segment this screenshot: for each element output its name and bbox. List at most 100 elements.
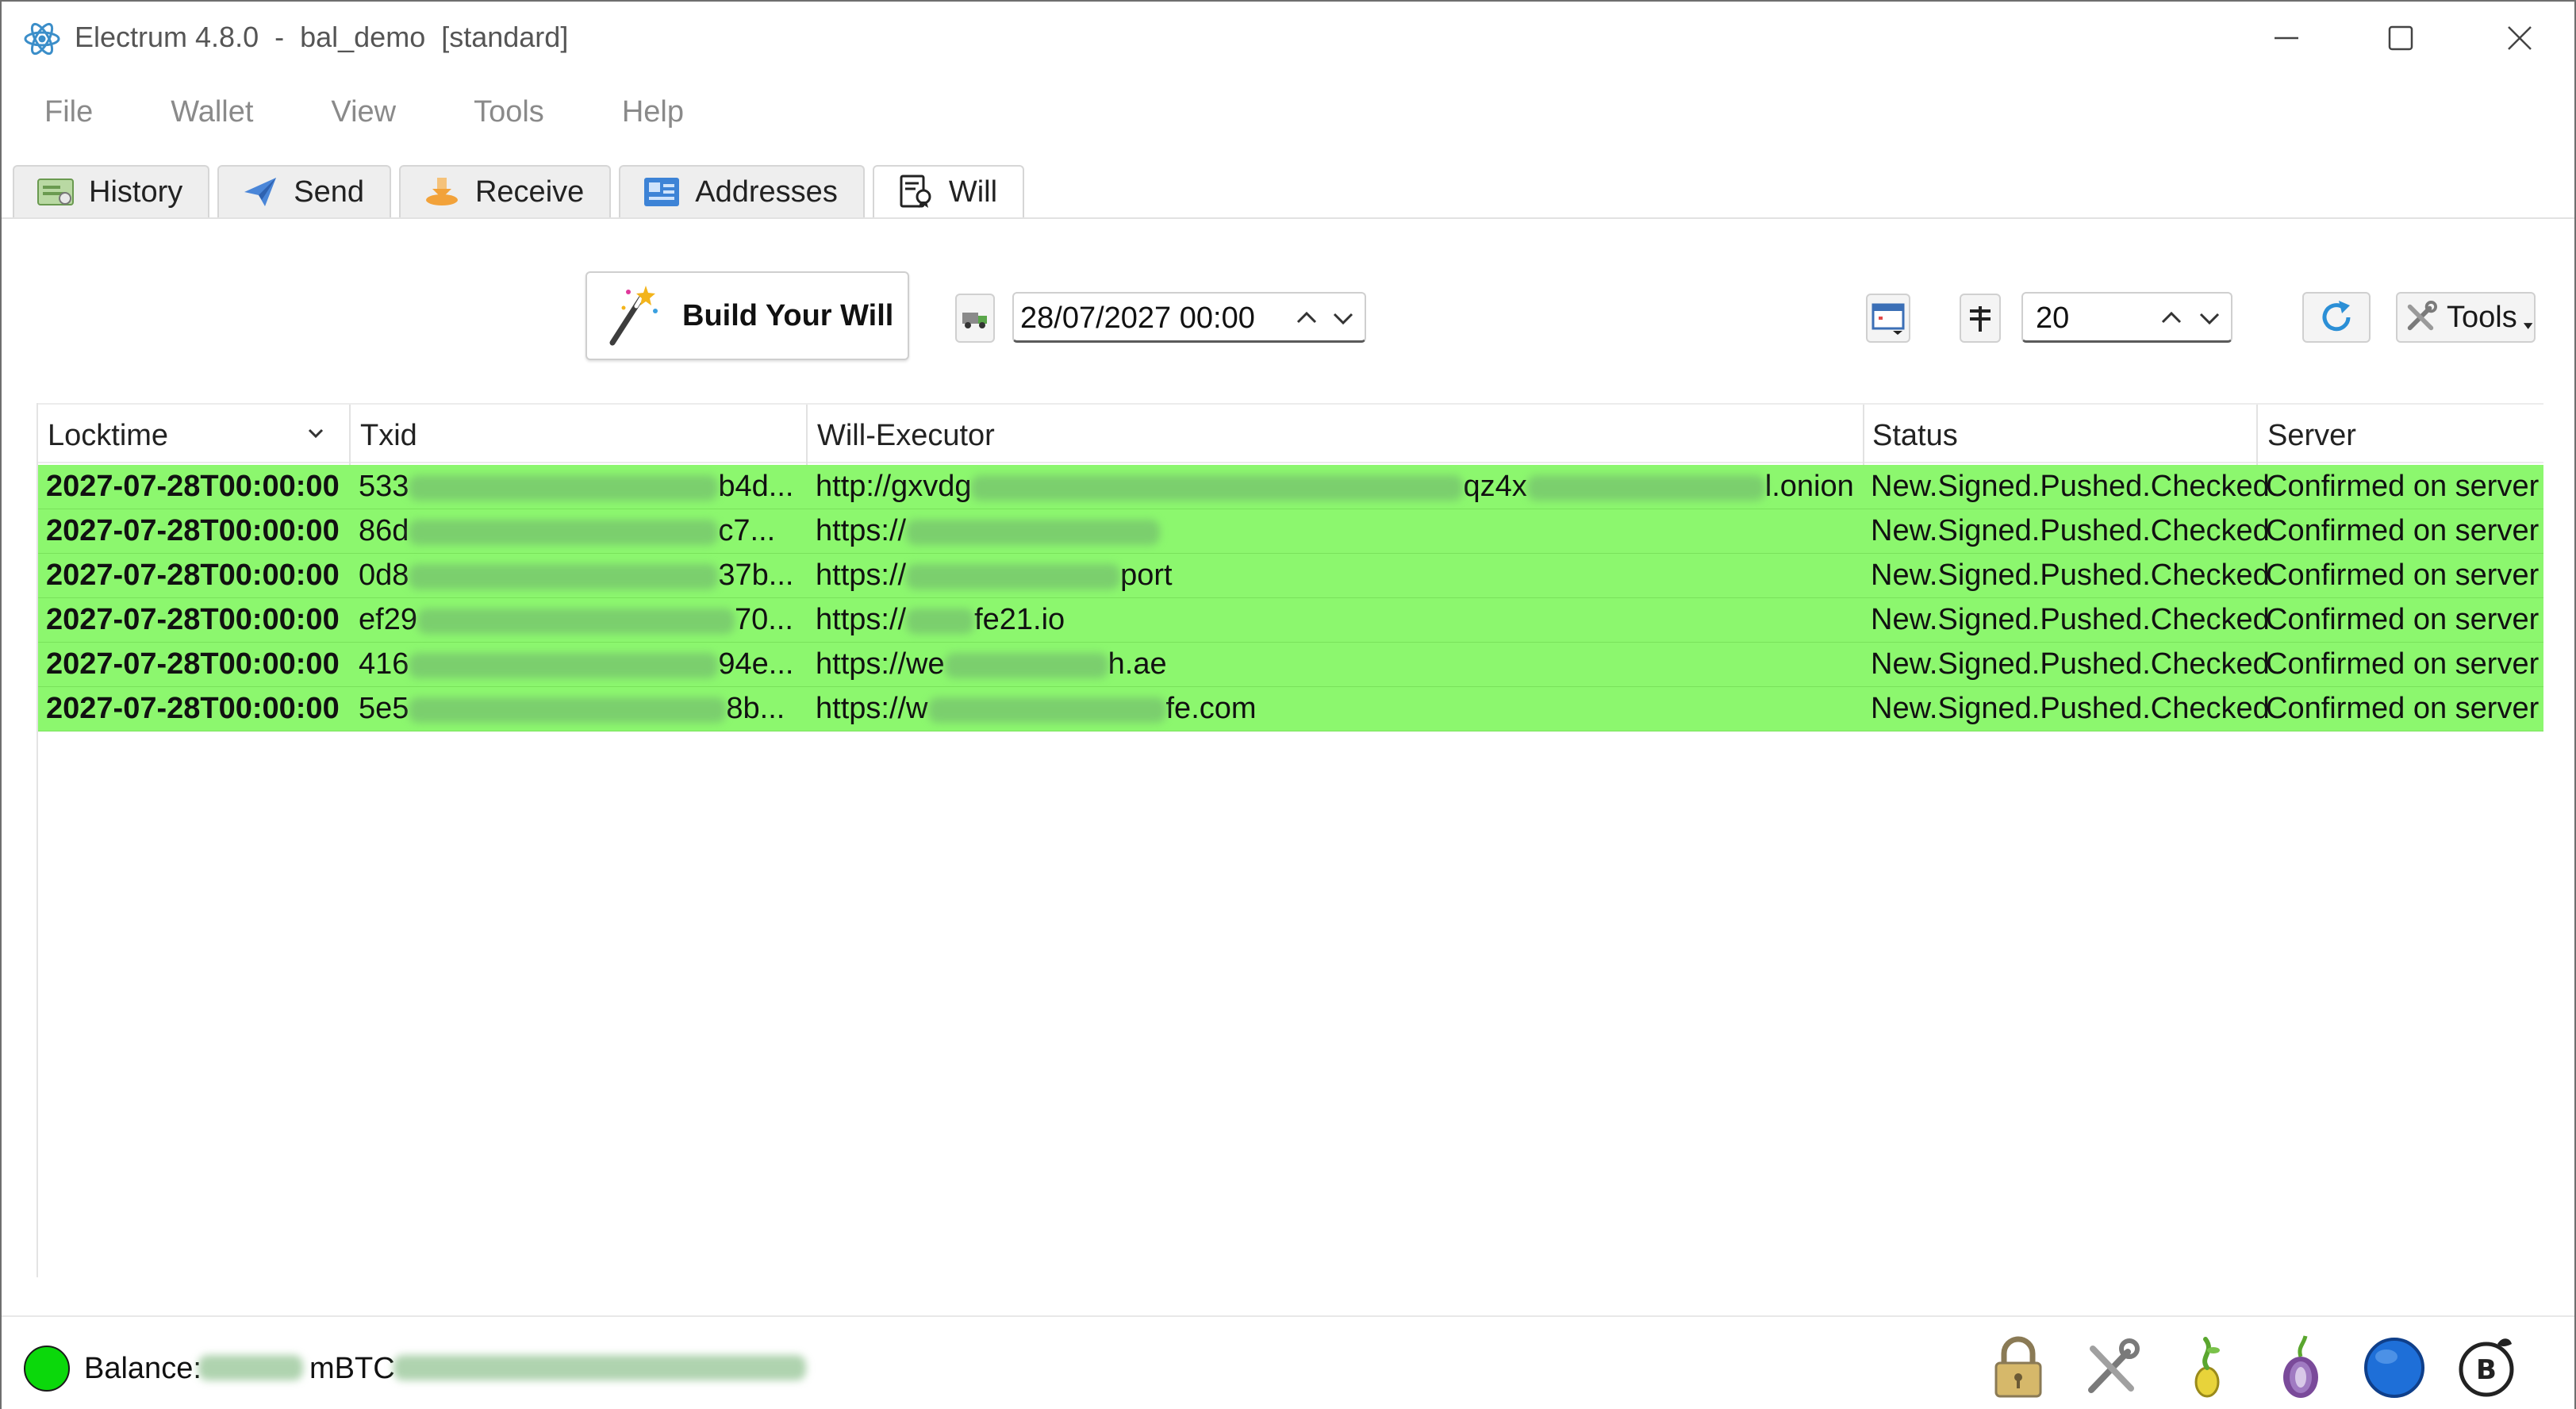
redacted-txid [409,563,719,589]
tab-will[interactable]: Will [872,165,1025,217]
will-executor-cell: https://port [816,559,1173,592]
server-cell: Confirmed on server [2266,514,2540,547]
status-cell: New.Signed.Pushed.Checked [1871,692,2270,725]
redacted-fiat-balance [394,1355,806,1380]
tab-receive[interactable]: Receive [398,165,612,217]
calendar-button[interactable] [1866,294,1910,343]
menu-file[interactable]: File [44,90,93,141]
tab-will-label: Will [948,175,998,209]
dropdown-arrow-icon [2523,323,2533,329]
spin-up-icon[interactable] [2158,305,2185,332]
balance-unit: mBTC [309,1352,395,1385]
menu-help[interactable]: Help [622,90,684,141]
redacted-executor [927,697,1166,723]
locktime-cell: 2027-07-28T00:00:00 [46,603,340,636]
redacted-txid [409,697,727,723]
balance-label: Balance: [84,1352,202,1385]
tab-history[interactable]: History [13,165,210,217]
tools-dropdown-button[interactable]: Tools [2396,292,2536,343]
column-separator[interactable] [806,405,808,465]
build-your-will-button[interactable]: Build Your Will [585,271,909,360]
column-header-status[interactable]: Status [1872,419,1958,453]
minimize-button[interactable] [2231,10,2342,67]
history-icon [37,179,74,205]
will-executor-cell: https://w fe.com [816,692,1257,725]
addresses-icon [644,178,680,206]
txid-cell: 86d c7... [359,514,776,547]
redacted-txid [409,519,719,545]
table-row[interactable]: 2027-07-28T00:00:00 86d c7... https:// Ne… [38,509,2543,554]
txid-cell: ef29 70... [359,603,793,636]
spin-down-icon[interactable] [1330,305,1357,332]
will-icon [900,175,931,208]
tools-label: Tools [2447,300,2517,334]
locktime-cell: 2027-07-28T00:00:00 [46,692,340,725]
menu-view[interactable]: View [331,90,396,141]
txid-cell: 0d8 37b... [359,559,794,592]
redacted-executor [944,652,1108,678]
truck-icon [962,313,987,328]
window-title: Electrum 4.8.0 - bal_demo [standard] [75,21,569,53]
network-icon[interactable] [2363,1333,2426,1401]
build-your-will-label: Build Your Will [682,298,894,332]
spin-down-icon[interactable] [2196,305,2223,332]
locktime-mode-button[interactable] [955,294,995,343]
column-separator[interactable] [1863,405,1864,465]
column-header-txid[interactable]: Txid [360,419,417,453]
menu-wallet[interactable]: Wallet [171,90,253,141]
connection-status-icon[interactable] [24,1346,70,1392]
preferences-icon[interactable] [2080,1333,2144,1401]
redacted-executor [906,608,975,634]
table-row[interactable]: 2027-07-28T00:00:00 5e5 8b... https://w fe… [38,687,2543,731]
menu-tools[interactable]: Tools [474,90,544,141]
receive-icon [425,178,458,205]
tab-send[interactable]: Send [217,165,391,217]
will-executor-cell: https://we h.ae [816,647,1167,681]
column-header-locktime[interactable]: Locktime [48,419,168,453]
column-header-server[interactable]: Server [2267,419,2356,453]
bal-plugin-icon[interactable]: B [2455,1333,2518,1401]
maximize-button[interactable] [2345,10,2456,67]
table-row[interactable]: 2027-07-28T00:00:00 ef29 70... https://fe… [38,598,2543,643]
status-cell: New.Signed.Pushed.Checked [1871,603,2270,636]
tab-bar: History Send Receive Addresses Will [13,165,1025,219]
column-header-will-executor[interactable]: Will-Executor [817,419,995,453]
redacted-txid [409,474,719,501]
locktime-cell: 2027-07-28T00:00:00 [46,647,340,681]
table-header: Locktime Txid Will-Executor Status Serve… [38,403,2543,465]
tor-icon[interactable] [2269,1333,2332,1401]
title-bar: Electrum 4.8.0 - bal_demo [standard] [2,2,2574,75]
refresh-button[interactable] [2302,292,2371,343]
menu-bar: File Wallet View Tools Help [2,90,684,141]
tab-send-label: Send [294,175,364,209]
redacted-executor [1526,474,1765,501]
seed-icon[interactable] [2175,1333,2239,1401]
lock-icon[interactable] [1987,1333,2050,1401]
send-icon [244,178,277,206]
txid-cell: 416 94e... [359,647,794,681]
spin-up-icon[interactable] [1293,305,1320,332]
status-bar: Balance: mBTC B [2,1315,2574,1409]
locktime-cell: 2027-07-28T00:00:00 [46,514,340,547]
column-separator[interactable] [349,405,351,465]
locktime-date-field[interactable]: 28/07/2027 00:00 [1012,292,1366,343]
table-row[interactable]: 2027-07-28T00:00:00 416 94e... https://we… [38,643,2543,687]
tab-receive-label: Receive [474,175,585,209]
threshold-mode-button[interactable] [1960,294,2001,343]
column-separator[interactable] [2256,405,2258,465]
status-cell: New.Signed.Pushed.Checked [1871,559,2270,592]
threshold-value: 20 [2036,301,2070,335]
close-button[interactable] [2464,10,2575,67]
status-cell: New.Signed.Pushed.Checked [1871,514,2270,547]
table-row[interactable]: 2027-07-28T00:00:00 533 b4d... http://gxv… [38,465,2543,509]
threshold-icon [1970,306,1991,332]
tab-history-label: History [89,175,183,209]
tab-addresses[interactable]: Addresses [619,165,865,217]
txid-cell: 533 b4d... [359,470,794,503]
txid-cell: 5e5 8b... [359,692,785,725]
calendar-icon [1872,303,1905,335]
sort-descending-icon [308,428,324,439]
redacted-executor [906,519,1161,545]
table-row[interactable]: 2027-07-28T00:00:00 0d8 37b... https://po… [38,554,2543,598]
threshold-field[interactable]: 20 [2021,292,2232,343]
